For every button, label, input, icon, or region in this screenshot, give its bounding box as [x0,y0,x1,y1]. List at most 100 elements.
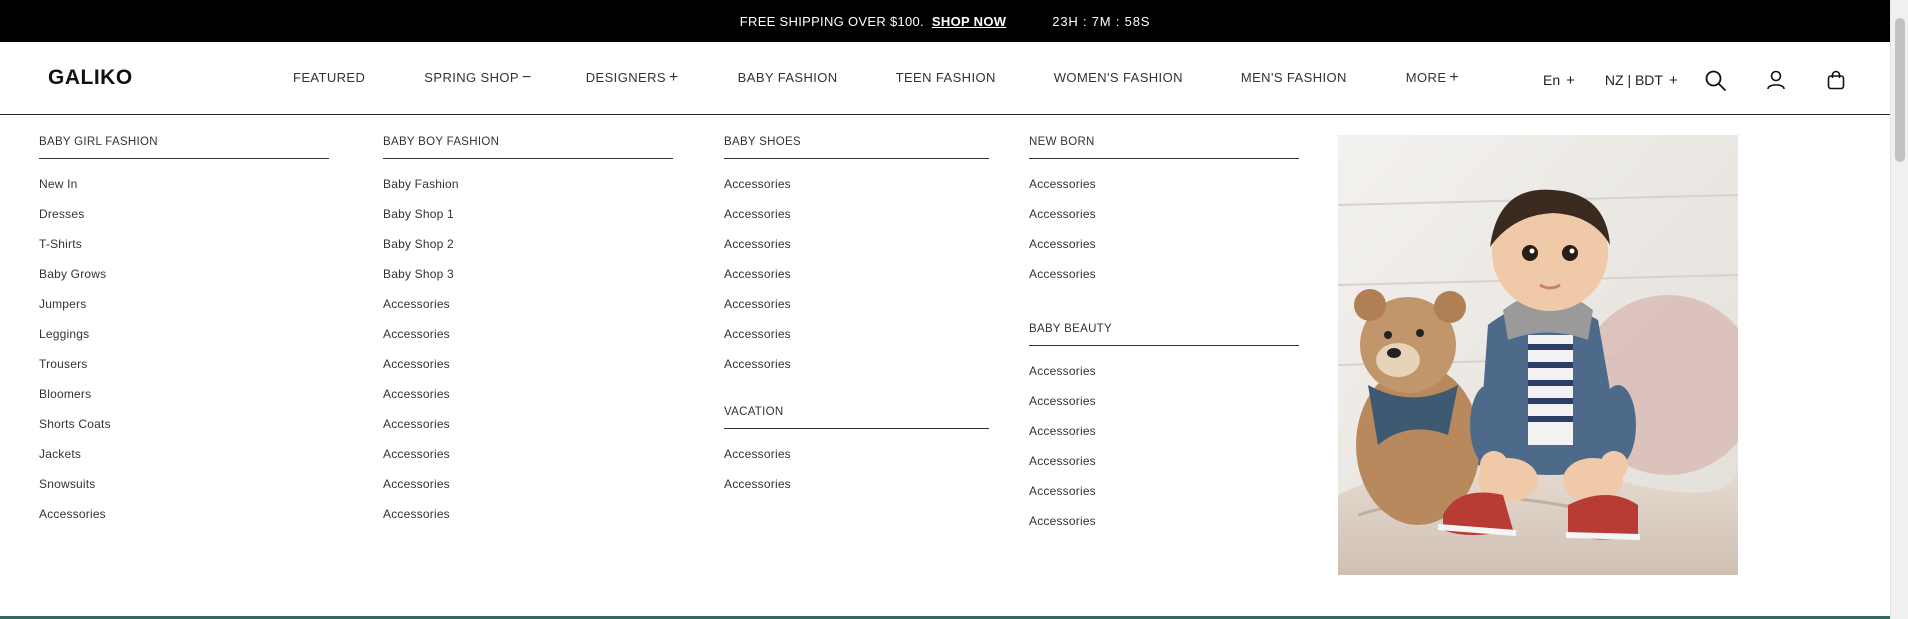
menu-link[interactable]: Jackets [39,447,329,477]
nav-womens-fashion[interactable]: WOMEN'S FASHION [1054,70,1183,85]
menu-link[interactable]: Shorts Coats [39,417,329,447]
menu-link[interactable]: Accessories [383,357,673,387]
link-list: New In Dresses T-Shirts Baby Grows Jumpe… [39,177,329,537]
menu-link[interactable]: Accessories [1029,267,1299,297]
nav-baby-fashion[interactable]: BABY FASHION [738,70,838,85]
menu-link[interactable]: Accessories [1029,454,1299,484]
menu-link[interactable]: Baby Shop 1 [383,207,673,237]
mega-menu: BABY GIRL FASHION New In Dresses T-Shirt… [0,116,1890,616]
menu-link[interactable]: Baby Shop 3 [383,267,673,297]
menu-link[interactable]: Accessories [724,357,989,387]
menu-link[interactable]: T-Shirts [39,237,329,267]
menu-link[interactable]: Accessories [383,477,673,507]
menu-link[interactable]: Accessories [724,477,989,507]
column-heading[interactable]: BABY GIRL FASHION [39,136,329,159]
language-value: En [1543,72,1561,88]
column-heading[interactable]: BABY BOY FASHION [383,136,673,159]
menu-link[interactable]: Accessories [1029,177,1299,207]
menu-link[interactable]: Accessories [724,177,989,207]
menu-link[interactable]: Accessories [383,507,673,537]
announcement-bar: FREE SHIPPING OVER $100. SHOP NOW 23H : … [0,0,1890,42]
menu-link[interactable]: Accessories [1029,207,1299,237]
menu-link[interactable]: Leggings [39,327,329,357]
account-icon[interactable] [1764,68,1788,92]
nav-label: SPRING SHOP [424,70,519,85]
cart-icon[interactable] [1824,68,1848,92]
language-selector[interactable]: En + [1543,72,1575,89]
column-baby-girl-fashion: BABY GIRL FASHION New In Dresses T-Shirt… [39,136,329,537]
menu-link[interactable]: Accessories [383,387,673,417]
menu-link[interactable]: Bloomers [39,387,329,417]
menu-link[interactable]: Accessories [724,207,989,237]
column-heading[interactable]: VACATION [724,406,989,429]
menu-link[interactable]: New In [39,177,329,207]
nav-label: DESIGNERS [585,70,666,85]
scrollbar[interactable] [1890,0,1908,619]
link-list: Baby Fashion Baby Shop 1 Baby Shop 2 Bab… [383,177,673,537]
link-list: Accessories Accessories Accessories Acce… [1029,364,1299,544]
menu-link[interactable]: Accessories [724,267,989,297]
menu-link[interactable]: Accessories [383,297,673,327]
column-heading[interactable]: NEW BORN [1029,136,1299,159]
menu-link[interactable]: Accessories [1029,394,1299,424]
nav-featured[interactable]: FEATURED [293,70,365,85]
link-list: Accessories Accessories Accessories Acce… [724,177,989,387]
shipping-promo-text: FREE SHIPPING OVER $100. [739,13,924,29]
scrollbar-thumb[interactable] [1895,18,1905,162]
currency-value: NZ | BDT [1604,72,1663,88]
menu-link[interactable]: Accessories [724,297,989,327]
countdown-timer: 23H : 7M : 58S [1052,13,1151,29]
nav-label: TEEN FASHION [895,70,996,85]
currency-selector[interactable]: NZ | BDT + [1605,72,1678,89]
nav-label: FEATURED [293,70,366,85]
link-list: Accessories Accessories [724,447,989,507]
menu-link[interactable]: Accessories [383,327,673,357]
menu-link[interactable]: Baby Grows [39,267,329,297]
nav-teen-fashion[interactable]: TEEN FASHION [896,70,996,85]
menu-link[interactable]: Accessories [724,447,989,477]
main-nav: FEATURED SPRING SHOP − DESIGNERS + BABY … [293,68,1460,86]
menu-link[interactable]: Jumpers [39,297,329,327]
site-header: GALIKO FEATURED SPRING SHOP − DESIGNERS … [0,42,1890,115]
column-heading[interactable]: BABY BEAUTY [1029,323,1299,346]
nav-label: WOMEN'S FASHION [1053,70,1183,85]
nav-mens-fashion[interactable]: MEN'S FASHION [1241,70,1347,85]
menu-link[interactable]: Dresses [39,207,329,237]
menu-link[interactable]: Baby Shop 2 [383,237,673,267]
menu-link[interactable]: Baby Fashion [383,177,673,207]
menu-link[interactable]: Accessories [39,507,329,537]
column-new-born: NEW BORN Accessories Accessories Accesso… [1029,136,1299,544]
minus-icon: − [522,68,532,86]
column-heading[interactable]: BABY SHOES [724,136,989,159]
nav-label: MEN'S FASHION [1240,70,1347,85]
plus-icon: + [1449,68,1460,86]
menu-link[interactable]: Accessories [1029,364,1299,394]
shipping-promo: FREE SHIPPING OVER $100. SHOP NOW [740,14,1007,29]
menu-link[interactable]: Accessories [724,327,989,357]
nav-spring-shop[interactable]: SPRING SHOP − [424,68,532,86]
menu-link[interactable]: Accessories [1029,514,1299,544]
nav-more[interactable]: MORE + [1405,68,1460,86]
nav-label: MORE [1405,70,1447,85]
menu-link[interactable]: Trousers [39,357,329,387]
menu-link[interactable]: Accessories [1029,237,1299,267]
link-list: Accessories Accessories Accessories Acce… [1029,177,1299,297]
header-utilities: En + NZ | BDT + [1543,68,1848,92]
menu-link[interactable]: Accessories [724,237,989,267]
menu-link[interactable]: Accessories [383,447,673,477]
plus-icon: + [1668,71,1678,89]
promo-image[interactable] [1338,135,1738,575]
menu-link[interactable]: Accessories [1029,484,1299,514]
nav-designers[interactable]: DESIGNERS + [585,68,679,86]
shop-now-link[interactable]: SHOP NOW [932,14,1006,29]
plus-icon: + [668,68,679,86]
column-baby-shoes: BABY SHOES Accessories Accessories Acces… [724,136,989,507]
plus-icon: + [1566,71,1575,89]
search-icon[interactable] [1704,68,1728,92]
nav-label: BABY FASHION [737,70,838,85]
menu-link[interactable]: Accessories [383,417,673,447]
menu-link[interactable]: Accessories [1029,424,1299,454]
logo[interactable]: GALIKO [48,66,133,90]
column-baby-boy-fashion: BABY BOY FASHION Baby Fashion Baby Shop … [383,136,673,537]
menu-link[interactable]: Snowsuits [39,477,329,507]
